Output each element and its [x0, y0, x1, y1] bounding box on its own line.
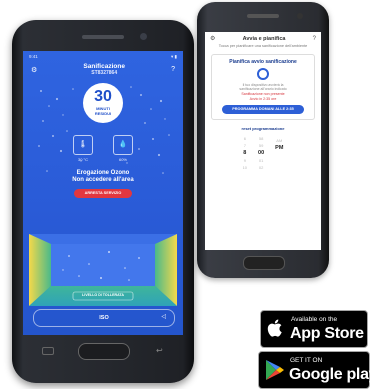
tolerance-level-label: LIVELLO DI TOLLERATA [82, 293, 124, 297]
picker-value: 9 [243, 158, 246, 164]
schedule-topbar: ⚙ Avvia e pianifica ? [205, 32, 321, 44]
picker-value: 7 [243, 143, 246, 149]
picker-value: 59 [258, 143, 264, 149]
front-camera [297, 13, 303, 19]
picker-value: 01 [258, 158, 264, 164]
period-wheel[interactable]: AM PM [275, 136, 283, 170]
help-icon[interactable]: ? [313, 36, 316, 42]
picker-value: 10 [242, 165, 248, 171]
home-button[interactable] [243, 256, 285, 270]
google-play-badge[interactable]: GET IT ON Google play [258, 351, 373, 389]
google-play-big-text: Google play [289, 366, 373, 383]
picker-value: AM [276, 138, 283, 144]
app-store-small-text: Available on the [291, 316, 338, 323]
warning-line-2: Avvio in 2:35 ore [249, 96, 277, 101]
speaker-grille [247, 14, 279, 18]
hour-wheel[interactable]: 6 7 8 9 10 [243, 136, 247, 170]
recent-apps-key[interactable] [42, 347, 54, 355]
bottom-action-bar[interactable]: ISO ◁ [33, 309, 175, 327]
reset-schedule-link[interactable]: reset programmazione [205, 126, 321, 131]
picker-selected-minute: 00 [258, 150, 265, 157]
schedule-screen: ⚙ Avvia e pianifica ? Tocca per pianific… [205, 32, 321, 250]
speaker-grille [82, 35, 124, 39]
minute-wheel[interactable]: 58 59 00 01 02 [258, 136, 264, 170]
picker-selected-hour: 8 [243, 150, 247, 157]
sanitization-screen: 9:41 ▾ ▮ ⚙ Sanificazione ST8327864 ? 30 … [23, 51, 183, 335]
schedule-button[interactable]: PROGRAMMA DOMANI ALLE 2:35 [222, 105, 304, 115]
google-play-small-text: GET IT ON [290, 357, 323, 364]
bottom-bar-label: ISO [99, 315, 109, 321]
back-key-icon[interactable]: ↩ [156, 346, 163, 355]
picker-value: 58 [258, 136, 264, 142]
share-icon[interactable]: ◁ [161, 313, 166, 320]
front-camera [140, 33, 147, 40]
card-title: Pianifica avvio sanificazione [229, 58, 297, 65]
home-button[interactable] [78, 343, 130, 360]
front-phone: 9:41 ▾ ▮ ⚙ Sanificazione ST8327864 ? 30 … [12, 20, 194, 383]
apple-logo-icon [267, 319, 282, 337]
picker-value: 6 [243, 136, 246, 142]
google-play-logo-icon [266, 360, 284, 380]
app-store-big-text: App Store [290, 325, 364, 342]
picker-value: 02 [258, 165, 264, 171]
app-store-badge[interactable]: Available on the App Store [260, 310, 368, 348]
picker-selected-period: PM [275, 145, 284, 152]
back-phone: ⚙ Avvia e pianifica ? Tocca per pianific… [197, 2, 329, 278]
page-title: Avvia e pianifica [242, 35, 286, 42]
schedule-description: Tocca per pianificare una sanificazione … [218, 44, 308, 48]
time-picker[interactable]: 6 7 8 9 10 58 59 00 01 02 AM PM [205, 136, 321, 170]
schedule-card: Pianifica avvio sanificazione Il tuo dis… [211, 53, 315, 121]
timer-icon [257, 67, 269, 80]
gear-icon[interactable]: ⚙ [210, 35, 215, 42]
